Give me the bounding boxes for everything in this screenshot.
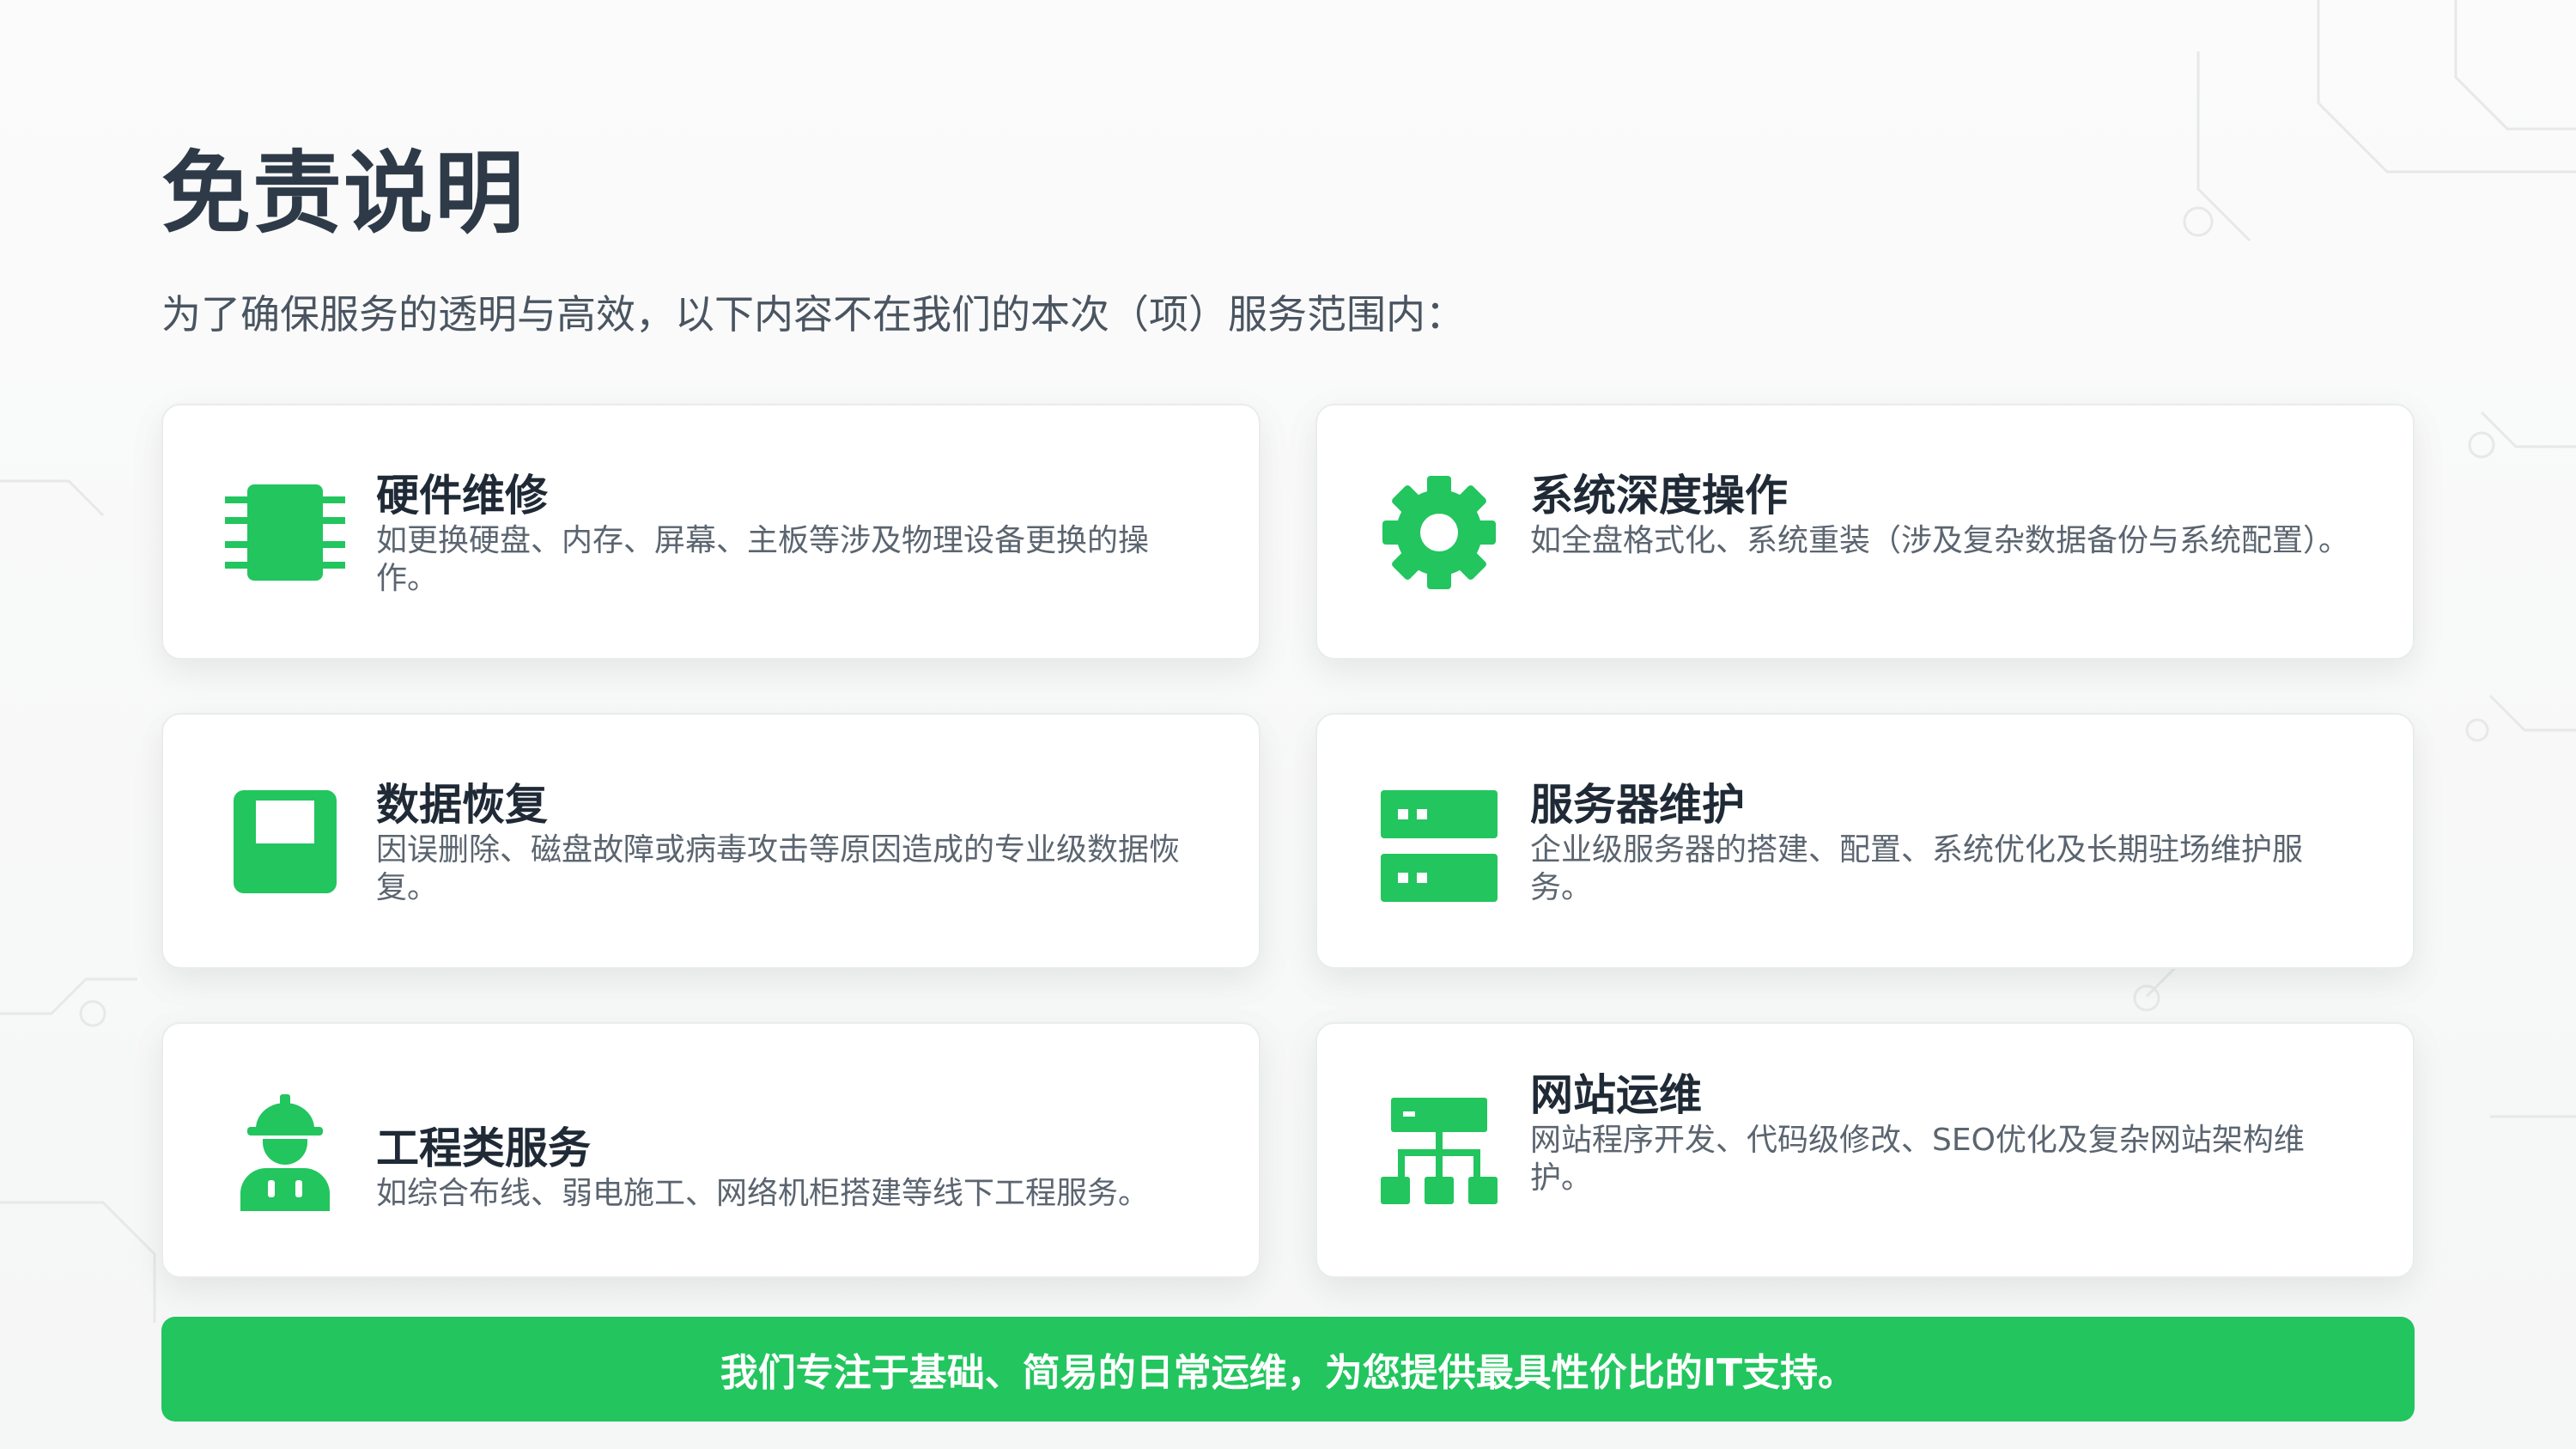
card-data-recovery: 数据恢复 因误删除、磁盘故障或病毒攻击等原因造成的专业级数据恢复。	[161, 713, 1261, 969]
page-title: 免责说明	[161, 141, 526, 246]
card-title: 网站运维	[1530, 1070, 1702, 1120]
card-title: 工程类服务	[376, 1123, 591, 1173]
sitemap-icon	[1379, 1091, 1499, 1211]
card-description: 企业级服务器的搭建、配置、系统优化及长期驻场维护服务。	[1530, 832, 2304, 905]
card-description: 如综合布线、弱电施工、网络机柜搭建等线下工程服务。	[376, 1176, 1150, 1211]
page: 免责说明 为了确保服务的透明与高效，以下内容不在我们的本次（项）服务范围内： 硬…	[0, 0, 2576, 1449]
card-title: 系统深度操作	[1530, 471, 1788, 521]
card-server-maintenance: 服务器维护 企业级服务器的搭建、配置、系统优化及长期驻场维护服务。	[1315, 713, 2415, 969]
engineer-icon	[225, 1091, 345, 1211]
card-title: 数据恢复	[376, 780, 548, 830]
card-website-operations: 网站运维 网站程序开发、代码级修改、SEO优化及复杂网站架构维护。	[1315, 1022, 2415, 1278]
card-engineering-services: 工程类服务 如综合布线、弱电施工、网络机柜搭建等线下工程服务。	[161, 1022, 1261, 1278]
card-description: 网站程序开发、代码级修改、SEO优化及复杂网站架构维护。	[1530, 1123, 2305, 1196]
card-title: 服务器维护	[1530, 780, 1745, 830]
card-description: 如全盘格式化、系统重装（涉及复杂数据备份与系统配置）。	[1530, 523, 2350, 558]
card-description: 因误删除、磁盘故障或病毒攻击等原因造成的专业级数据恢复。	[376, 832, 1181, 905]
footer-banner: 我们专注于基础、简易的日常运维，为您提供最具性价比的IT支持。	[161, 1317, 2415, 1422]
chip-icon	[225, 472, 345, 593]
gear-icon	[1379, 472, 1499, 593]
card-hardware-repair: 硬件维修 如更换硬盘、内存、屏幕、主板等涉及物理设备更换的操作。	[161, 404, 1261, 660]
page-subtitle: 为了确保服务的透明与高效，以下内容不在我们的本次（项）服务范围内：	[161, 291, 1465, 338]
card-title: 硬件维修	[376, 471, 548, 521]
floppy-disk-icon	[225, 782, 345, 902]
card-system-operations: 系统深度操作 如全盘格式化、系统重装（涉及复杂数据备份与系统配置）。	[1315, 404, 2415, 660]
server-icon	[1379, 782, 1499, 902]
card-description: 如更换硬盘、内存、屏幕、主板等涉及物理设备更换的操作。	[376, 523, 1150, 596]
